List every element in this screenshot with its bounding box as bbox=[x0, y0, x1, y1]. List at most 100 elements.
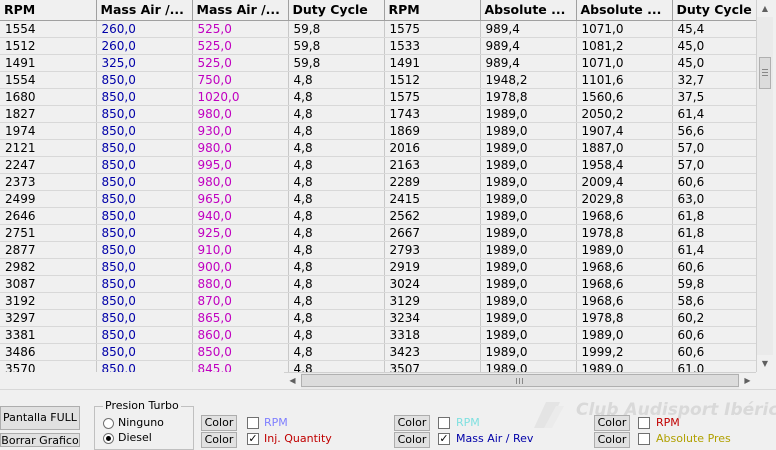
table-row[interactable]: 3486 850,0 850,0 4,8 3423 1989,0 1999,2 60,6 bbox=[0, 343, 756, 361]
table-cell: 1968,6 bbox=[576, 207, 673, 225]
table-cell: 61,4 bbox=[672, 241, 756, 259]
table-cell: 850,0 bbox=[96, 241, 193, 259]
table-cell: 850,0 bbox=[96, 275, 193, 293]
table-cell: 980,0 bbox=[192, 173, 289, 191]
table-cell: 45,0 bbox=[672, 54, 756, 72]
checkbox-mass-air-rev[interactable]: ✓ bbox=[438, 433, 450, 445]
table-row[interactable]: 1554 850,0 750,0 4,8 1512 1948,2 1101,6 32,7 bbox=[0, 71, 756, 89]
column-header[interactable]: Absolute ... bbox=[480, 0, 577, 21]
color-button-inj-quantity[interactable]: Color bbox=[201, 432, 237, 448]
table-cell: 1989,0 bbox=[480, 207, 577, 225]
borrar-graficos-button[interactable]: Borrar Grafico bbox=[0, 433, 80, 447]
table-row[interactable]: 2646 850,0 940,0 4,8 2562 1989,0 1968,6 61,8 bbox=[0, 207, 756, 225]
table-cell: 4,8 bbox=[288, 173, 385, 191]
table-cell: 2016 bbox=[384, 139, 481, 157]
radio-diesel[interactable]: Diesel bbox=[103, 431, 152, 444]
table-cell: 525,0 bbox=[192, 20, 289, 38]
table-cell: 260,0 bbox=[96, 37, 193, 55]
table-cell: 4,8 bbox=[288, 343, 385, 361]
scroll-left-icon[interactable]: ◀ bbox=[284, 373, 301, 389]
table-row[interactable]: 3570 850,0 845,0 4,8 3507 1989,0 1989,0 61,0 bbox=[0, 360, 756, 372]
radio-ninguno[interactable]: Ninguno bbox=[103, 416, 164, 429]
table-row[interactable]: 2373 850,0 980,0 4,8 2289 1989,0 2009,4 60,6 bbox=[0, 173, 756, 191]
table-cell: 4,8 bbox=[288, 275, 385, 293]
table-cell: 2009,4 bbox=[576, 173, 673, 191]
table-row[interactable]: 3381 850,0 860,0 4,8 3318 1989,0 1989,0 60,6 bbox=[0, 326, 756, 344]
table-cell: 850,0 bbox=[96, 309, 193, 327]
data-grid[interactable]: RPM Mass Air /... Mass Air /... Duty Cycle R… bbox=[0, 0, 756, 372]
table-row[interactable]: 2247 850,0 995,0 4,8 2163 1989,0 1958,4 57,0 bbox=[0, 156, 756, 174]
table-header-row: RPM Mass Air /... Mass Air /... Duty Cycle R… bbox=[0, 0, 756, 21]
vertical-scrollbar[interactable]: ▲ ▼ bbox=[756, 0, 773, 372]
column-header[interactable]: RPM bbox=[384, 0, 481, 21]
table-cell: 2919 bbox=[384, 258, 481, 276]
table-cell: 3024 bbox=[384, 275, 481, 293]
scroll-down-icon[interactable]: ▼ bbox=[757, 355, 773, 372]
table-row[interactable]: 3297 850,0 865,0 4,8 3234 1989,0 1978,8 60,2 bbox=[0, 309, 756, 327]
table-row[interactable]: 1974 850,0 930,0 4,8 1869 1989,0 1907,4 56,6 bbox=[0, 122, 756, 140]
table-cell: 850,0 bbox=[96, 258, 193, 276]
table-cell: 1512 bbox=[0, 37, 97, 55]
table-cell: 3129 bbox=[384, 292, 481, 310]
table-cell: 850,0 bbox=[96, 326, 193, 344]
color-button-rpm-1[interactable]: Color bbox=[201, 415, 237, 431]
table-cell: 3087 bbox=[0, 275, 97, 293]
table-cell: 4,8 bbox=[288, 326, 385, 344]
table-cell: 61,8 bbox=[672, 224, 756, 242]
color-button-mass-air-rev[interactable]: Color bbox=[394, 432, 430, 448]
table-cell: 57,0 bbox=[672, 139, 756, 157]
column-header[interactable]: RPM bbox=[0, 0, 97, 21]
table-cell: 325,0 bbox=[96, 54, 193, 72]
horizontal-scroll-thumb[interactable] bbox=[301, 374, 739, 387]
table-row[interactable]: 1512 260,0 525,0 59,8 1533 989,4 1081,2 45,0 bbox=[0, 37, 756, 55]
column-header[interactable]: Duty Cycle bbox=[288, 0, 385, 21]
table-row[interactable]: 1491 325,0 525,0 59,8 1491 989,4 1071,0 45,0 bbox=[0, 54, 756, 72]
table-row[interactable]: 3192 850,0 870,0 4,8 3129 1989,0 1968,6 58,6 bbox=[0, 292, 756, 310]
color-button-rpm-2[interactable]: Color bbox=[394, 415, 430, 431]
table-cell: 260,0 bbox=[96, 20, 193, 38]
checkbox-rpm-2[interactable] bbox=[438, 417, 450, 429]
table-cell: 1989,0 bbox=[480, 343, 577, 361]
table-cell: 59,8 bbox=[288, 20, 385, 38]
column-header[interactable]: Mass Air /... bbox=[96, 0, 193, 21]
column-header[interactable]: Mass Air /... bbox=[192, 0, 289, 21]
column-header[interactable]: Absolute ... bbox=[576, 0, 673, 21]
table-row[interactable]: 2751 850,0 925,0 4,8 2667 1989,0 1978,8 61,8 bbox=[0, 224, 756, 242]
table-cell: 2562 bbox=[384, 207, 481, 225]
table-cell: 850,0 bbox=[96, 224, 193, 242]
pantalla-full-button[interactable]: Pantalla FULL bbox=[0, 406, 80, 430]
table-cell: 1948,2 bbox=[480, 71, 577, 89]
table-cell: 3381 bbox=[0, 326, 97, 344]
table-row[interactable]: 2982 850,0 900,0 4,8 2919 1989,0 1968,6 60,6 bbox=[0, 258, 756, 276]
table-row[interactable]: 3087 850,0 880,0 4,8 3024 1989,0 1968,6 59,8 bbox=[0, 275, 756, 293]
checkbox-inj-quantity[interactable]: ✓ bbox=[247, 433, 259, 445]
table-row[interactable]: 1827 850,0 980,0 4,8 1743 1989,0 2050,2 61,4 bbox=[0, 105, 756, 123]
table-cell: 1968,6 bbox=[576, 258, 673, 276]
table-cell: 1989,0 bbox=[480, 292, 577, 310]
scroll-right-icon[interactable]: ▶ bbox=[739, 373, 756, 389]
horizontal-scrollbar[interactable]: ◀ ▶ bbox=[284, 372, 756, 389]
table-cell: 850,0 bbox=[96, 173, 193, 191]
table-cell: 58,6 bbox=[672, 292, 756, 310]
table-row[interactable]: 1554 260,0 525,0 59,8 1575 989,4 1071,0 45,4 bbox=[0, 20, 756, 38]
table-cell: 1978,8 bbox=[576, 224, 673, 242]
vertical-scroll-thumb[interactable] bbox=[759, 57, 771, 89]
table-cell: 850,0 bbox=[96, 139, 193, 157]
table-cell: 3423 bbox=[384, 343, 481, 361]
table-cell: 4,8 bbox=[288, 139, 385, 157]
table-cell: 57,0 bbox=[672, 156, 756, 174]
table-cell: 1081,2 bbox=[576, 37, 673, 55]
table-row[interactable]: 2877 850,0 910,0 4,8 2793 1989,0 1989,0 61,4 bbox=[0, 241, 756, 259]
checkbox-rpm-1[interactable] bbox=[247, 417, 259, 429]
column-header[interactable]: Duty Cycle bbox=[672, 0, 756, 21]
table-row[interactable]: 2121 850,0 980,0 4,8 2016 1989,0 1887,0 57,0 bbox=[0, 139, 756, 157]
table-cell: 4,8 bbox=[288, 360, 385, 372]
radio-ninguno-icon[interactable] bbox=[103, 417, 114, 429]
table-row[interactable]: 2499 850,0 965,0 4,8 2415 1989,0 2029,8 63,0 bbox=[0, 190, 756, 208]
table-cell: 850,0 bbox=[96, 190, 193, 208]
table-cell: 2163 bbox=[384, 156, 481, 174]
table-row[interactable]: 1680 850,0 1020,0 4,8 1575 1978,8 1560,6 37,5 bbox=[0, 88, 756, 106]
table-cell: 1968,6 bbox=[576, 292, 673, 310]
scroll-up-icon[interactable]: ▲ bbox=[757, 0, 773, 17]
radio-diesel-icon[interactable] bbox=[103, 432, 114, 444]
